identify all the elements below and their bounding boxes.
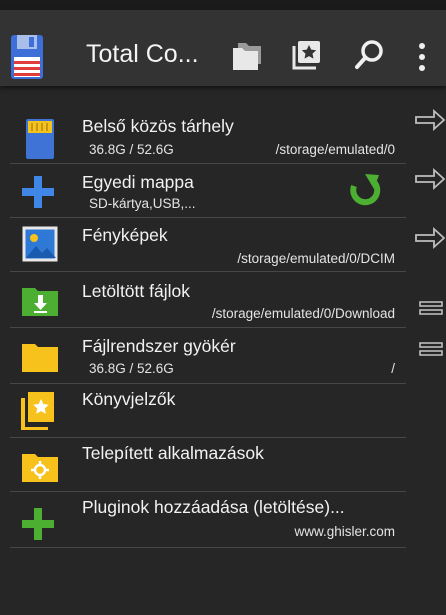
floppy-disk-icon[interactable]	[11, 35, 43, 79]
refresh-icon[interactable]	[348, 172, 382, 210]
item-path: /storage/emulated/0/Download	[211, 306, 395, 321]
item-name: Telepített alkalmazások	[82, 443, 264, 463]
item-path: /storage/emulated/0/DCIM	[237, 251, 395, 266]
storage-item-apps[interactable]: Telepített alkalmazások	[0, 438, 406, 492]
arrow-right-icon[interactable]	[414, 167, 446, 191]
app-title: Total Co...	[86, 40, 199, 68]
item-info: SD-kártya,USB,...	[89, 196, 196, 211]
item-path: www.ghisler.com	[294, 524, 395, 539]
storage-item-internal[interactable]: Belső közös tárhely 36.8G / 52.6G /stora…	[0, 108, 406, 164]
storage-item-photos[interactable]: Fényképek /storage/emulated/0/DCIM	[0, 218, 406, 272]
apps-folder-icon	[22, 454, 58, 482]
item-name: Könyvjelzők	[82, 389, 176, 409]
folder-icon	[22, 344, 58, 372]
folders-icon[interactable]	[232, 41, 264, 71]
item-name: Fényképek	[82, 225, 168, 245]
more-vert-icon[interactable]	[417, 42, 427, 72]
search-icon[interactable]	[354, 39, 384, 71]
sd-card-icon	[26, 119, 54, 159]
plus-blue-icon	[22, 176, 54, 208]
app-bar: Total Co...	[0, 10, 446, 86]
divider	[10, 547, 406, 548]
photo-icon	[22, 226, 58, 262]
storage-item-plugins[interactable]: Pluginok hozzáadása (letöltése)... www.g…	[0, 492, 406, 548]
storage-item-bookmarks[interactable]: Könyvjelzők	[0, 384, 406, 438]
download-folder-icon	[22, 288, 58, 316]
arrow-right-icon[interactable]	[414, 226, 446, 250]
item-path: /storage/emulated/0	[275, 142, 395, 157]
item-name: Fájlrendszer gyökér	[82, 336, 236, 356]
item-path: /	[391, 361, 395, 376]
bookmark-star-icon[interactable]	[292, 40, 322, 70]
item-name: Belső közös tárhely	[82, 116, 234, 136]
item-name: Egyedi mappa	[82, 172, 194, 192]
status-bar	[0, 0, 446, 10]
storage-item-root[interactable]: Fájlrendszer gyökér 36.8G / 52.6G /	[0, 328, 406, 384]
item-name: Letöltött fájlok	[82, 281, 190, 301]
item-name: Pluginok hozzáadása (letöltése)...	[82, 497, 345, 517]
equals-icon[interactable]	[414, 296, 446, 320]
storage-item-downloads[interactable]: Letöltött fájlok /storage/emulated/0/Dow…	[0, 272, 406, 328]
equals-icon[interactable]	[414, 337, 446, 361]
storage-item-custom[interactable]: Egyedi mappa SD-kártya,USB,...	[0, 164, 406, 218]
arrow-right-icon[interactable]	[414, 108, 446, 132]
item-info: 36.8G / 52.6G	[89, 142, 174, 157]
bookmarks-icon	[21, 392, 54, 430]
plus-green-icon	[22, 508, 54, 540]
item-info: 36.8G / 52.6G	[89, 361, 174, 376]
